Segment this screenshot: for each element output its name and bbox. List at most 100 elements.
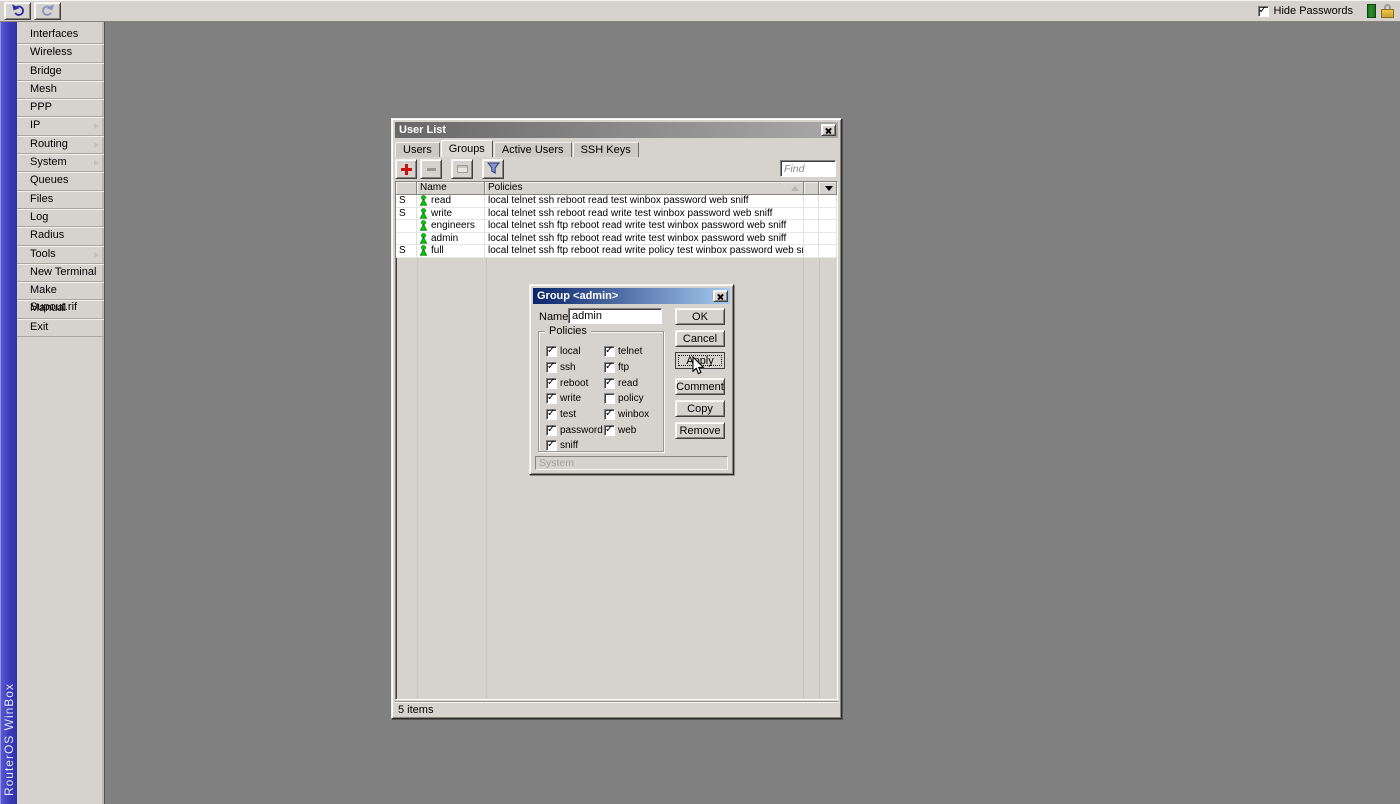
table-row[interactable]: admin local telnet ssh ftp reboot read wr… [396,232,837,245]
policies-column-header[interactable]: Policies [485,182,804,195]
table-row[interactable]: Sread local telnet ssh reboot read test w… [396,195,837,208]
comment-button[interactable]: Comment [675,378,725,395]
close-button[interactable] [821,124,836,136]
policy-web[interactable]: web [604,422,649,438]
checkbox-password[interactable] [546,424,557,436]
sidebar-item-ip[interactable]: IP [17,117,104,136]
tab-groups[interactable]: Groups [440,140,493,157]
secure-lock-icon [1381,4,1394,18]
checkbox-ftp[interactable] [604,361,615,374]
policy-label: telnet [618,346,643,358]
remove-button[interactable]: Remove [675,422,725,439]
sidebar-item-queues[interactable]: Queues [17,172,104,191]
policy-sniff[interactable]: sniff [546,438,604,454]
sidebar-item-exit[interactable]: Exit [17,319,104,338]
sidebar-item-label: IP [30,119,41,132]
policy-write[interactable]: write [546,391,604,407]
find-input[interactable] [780,160,836,177]
policy-ftp[interactable]: ftp [604,360,649,376]
name-column-header[interactable]: Name [417,182,485,195]
checkbox-local[interactable] [546,345,557,358]
policy-policy[interactable]: policy [604,391,649,407]
checkbox-policy[interactable] [604,393,615,405]
policy-local[interactable]: local [546,344,604,360]
row-name-label: engineers [431,220,475,231]
column-options-button[interactable] [819,182,837,195]
policy-label: write [560,393,582,405]
filter-button[interactable] [482,159,504,179]
checkbox-reboot[interactable] [546,377,557,389]
checkbox-ssh[interactable] [546,361,557,374]
policy-test[interactable]: test [546,407,604,423]
sidebar-item-make-supout-rif[interactable]: Make Supout.rif [17,282,104,313]
checkbox-sniff[interactable] [546,439,557,452]
policy-label: winbox [618,409,650,421]
user-list-titlebar[interactable]: User List [395,122,838,138]
checkbox-write[interactable] [546,392,557,405]
dialog-close-button[interactable] [713,290,728,302]
sidebar-item-new-terminal[interactable]: New Terminal [17,264,104,283]
cancel-button[interactable]: Cancel [675,330,725,347]
policy-ssh[interactable]: ssh [546,360,604,376]
dropdown-icon [825,185,833,191]
sidebar-item-label: System [30,156,67,169]
flag-column-header[interactable] [396,182,417,195]
row-name-label: admin [431,232,459,244]
policy-reboot[interactable]: reboot [546,375,604,391]
sidebar-item-tools[interactable]: Tools [17,246,104,264]
row-flag: S [396,245,417,257]
group-dialog-titlebar[interactable]: Group <admin> [533,288,730,304]
ok-button[interactable]: OK [675,308,725,325]
table-row[interactable]: Sfull local telnet ssh ftp reboot read wr… [396,245,837,258]
table-row[interactable]: Swrite local telnet ssh reboot read write… [396,207,837,220]
top-toolbar: Hide Passwords [0,0,1400,22]
sidebar-item-files[interactable]: Files [17,191,104,209]
checkbox-telnet[interactable] [604,345,615,358]
sidebar-item-wireless[interactable]: Wireless [17,44,104,63]
tab-active-users[interactable]: Active Users [493,142,572,157]
sidebar-item-log[interactable]: Log [17,209,104,228]
tab-users[interactable]: Users [395,142,440,157]
copy-button[interactable] [451,159,473,179]
remove-button[interactable] [420,159,442,179]
tab-ssh-keys[interactable]: SSH Keys [572,142,639,157]
checkbox-winbox[interactable] [604,408,615,421]
sidebar-item-label: Bridge [30,64,62,77]
sidebar-item-ppp[interactable]: PPP [17,99,104,118]
sidebar-item-interfaces[interactable]: Interfaces [17,26,104,45]
group-dialog: Group <admin> Name: Policies local telnet… [529,284,734,475]
undo-button[interactable] [4,2,31,20]
sidebar-item-label: Log [30,210,49,223]
redo-button[interactable] [34,2,61,20]
policy-read[interactable]: read [604,375,649,391]
sidebar-item-label: Exit [30,320,49,333]
brand-vertical-text: RouterOS WinBox [2,682,16,796]
sidebar-item-mesh[interactable]: Mesh [17,81,104,100]
checkbox-read[interactable] [604,377,615,389]
sidebar-item-routing[interactable]: Routing [17,136,104,155]
name-input[interactable] [568,308,662,324]
row-spacer [819,245,837,257]
sidebar-item-radius[interactable]: Radius [17,227,104,246]
sidebar-item-bridge[interactable]: Bridge [17,63,104,81]
sidebar-item-manual[interactable]: Manual [17,300,104,319]
policy-label: ssh [560,362,576,374]
brand-strip: RouterOS WinBox [0,22,17,804]
row-spacer [804,245,819,257]
policy-label: read [618,377,639,389]
policy-label: policy [618,393,644,405]
checkbox-test[interactable] [546,408,557,421]
table-row[interactable]: engineers local telnet ssh ftp reboot rea… [396,220,837,233]
sidebar-item-label: Files [30,192,54,205]
policy-password[interactable]: password [546,422,604,438]
checkbox-web[interactable] [604,424,615,436]
hide-passwords-checkbox[interactable] [1257,5,1269,17]
add-button[interactable] [395,159,417,179]
copy-button[interactable]: Copy [675,400,725,417]
plus-icon [400,163,412,175]
policy-telnet[interactable]: telnet [604,344,649,360]
policy-winbox[interactable]: winbox [604,407,649,423]
row-flag: S [396,195,417,207]
sidebar-item-system[interactable]: System [17,154,104,173]
row-policies: local telnet ssh ftp reboot read write p… [485,245,804,257]
